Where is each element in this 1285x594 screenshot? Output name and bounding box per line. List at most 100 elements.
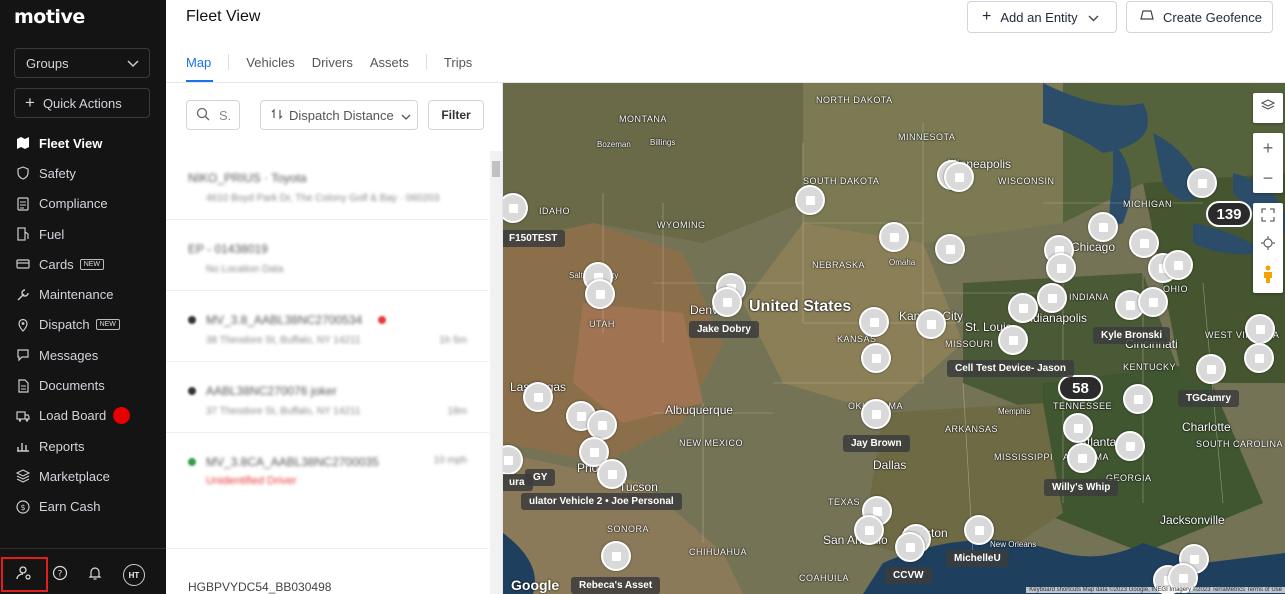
vehicle-marker[interactable] [935,234,965,264]
sidebar-item-cards[interactable]: Cards NEW [0,249,166,279]
vehicle-tag[interactable]: MichelleU [946,550,1009,567]
vehicle-tag[interactable]: ulator Vehicle 2 • Joe Personal [521,493,682,510]
vehicle-marker[interactable] [712,287,742,317]
groups-dropdown[interactable]: Groups [14,48,150,78]
cluster-marker[interactable]: 58 [1058,375,1103,401]
fullscreen-icon[interactable] [1261,208,1275,227]
avatar[interactable]: HT [123,564,145,586]
state-label: MISSISSIPPI [994,452,1054,462]
vehicle-marker[interactable] [523,382,553,412]
sidebar-item-compliance[interactable]: Compliance [0,189,166,219]
vehicle-marker[interactable] [895,532,925,562]
tab-vehicles[interactable]: Vehicles [246,55,294,70]
vehicle-marker[interactable] [1008,293,1038,323]
list-item[interactable]: MV_3.8CA_AABL38NC2700035 Unidentified Dr… [166,433,489,549]
tab-assets[interactable]: Assets [370,55,409,70]
vehicle-marker[interactable] [1244,343,1274,373]
search-input[interactable]: S. [186,100,240,130]
vehicle-marker[interactable] [1046,253,1076,283]
vehicle-tag[interactable]: Kyle Bronski [1093,327,1171,344]
add-entity-label: Add an Entity [1000,9,1078,25]
sidebar-item-dispatch[interactable]: Dispatch NEW [0,310,166,340]
vehicle-marker[interactable] [1067,443,1097,473]
vehicle-marker[interactable] [1245,314,1275,344]
list-item[interactable]: NIKO_PRIUS · Toyota 4610 Boyd Park Dr, T… [166,149,489,220]
sidebar-item-fleet-view[interactable]: Fleet View [0,128,166,158]
list-scrollbar[interactable] [490,151,502,594]
layers-button[interactable] [1253,93,1283,123]
fleet-map[interactable]: NORTH DAKOTA MONTANA SOUTH DAKOTA WYOMIN… [503,83,1285,594]
sidebar-item-label: Marketplace [39,468,110,484]
sidebar-item-safety[interactable]: Safety [0,158,166,188]
vehicle-marker[interactable] [916,309,946,339]
list-item[interactable]: AABL38NC270076 joker 37 Theodore St, Buf… [166,362,489,433]
vehicle-marker[interactable] [1129,228,1159,258]
vehicle-tag[interactable]: ura [503,474,533,491]
vehicle-marker[interactable] [1187,168,1217,198]
vehicle-marker[interactable] [859,307,889,337]
vehicle-marker[interactable] [1196,354,1226,384]
city-label: New Orleans [990,540,1037,549]
vehicle-marker[interactable] [1163,250,1193,280]
fuel-icon [16,227,30,241]
help-icon[interactable]: ? [51,564,69,582]
locate-icon[interactable] [1261,236,1275,255]
vehicle-tag[interactable]: Cell Test Device- Jason [947,360,1074,377]
vehicle-marker[interactable] [944,162,974,192]
bell-icon[interactable] [86,564,104,582]
create-geofence-button[interactable]: Create Geofence [1126,1,1273,33]
vehicle-marker[interactable] [587,410,617,440]
vehicle-marker[interactable] [1123,384,1153,414]
sidebar-item-load-board[interactable]: Load Board [0,401,166,431]
sidebar-item-fuel[interactable]: Fuel [0,219,166,249]
list-item[interactable]: EP - 01438019 No Location Data [166,220,489,291]
sidebar-item-earn-cash[interactable]: $ Earn Cash [0,492,166,522]
vehicle-marker[interactable] [601,541,631,571]
vehicle-marker[interactable] [1138,287,1168,317]
street-view-icon[interactable] [1262,265,1274,288]
sidebar-item-label: Messages [39,347,99,363]
vehicle-marker[interactable] [585,279,615,309]
list-item[interactable]: MV_3.8_AABL38NC2700534 38 Theodore St, B… [166,291,489,362]
vehicle-marker[interactable] [1115,431,1145,461]
vehicle-marker[interactable] [861,399,891,429]
vehicle-marker[interactable] [597,459,627,489]
quick-actions-button[interactable]: + Quick Actions [14,88,150,118]
vehicle-marker[interactable] [861,343,891,373]
vehicle-marker[interactable] [964,515,994,545]
scrollbar-thumb[interactable] [492,161,500,177]
vehicle-tag[interactable]: F150TEST [503,230,566,247]
vehicle-marker[interactable] [1063,413,1093,443]
state-label: IDAHO [539,206,571,216]
filter-button[interactable]: Filter [428,100,484,130]
vehicle-tag[interactable]: CCVW [885,567,932,584]
vehicle-tag[interactable]: TGCamry [1178,390,1240,407]
zoom-in-icon[interactable]: + [1263,138,1274,159]
sort-dropdown[interactable]: Dispatch Distance [260,100,418,130]
vehicle-marker[interactable] [1037,283,1067,313]
tab-trips[interactable]: Trips [444,55,472,70]
sidebar-item-documents[interactable]: Documents [0,370,166,400]
sidebar-item-maintenance[interactable]: Maintenance [0,279,166,309]
vehicle-marker[interactable] [998,325,1028,355]
vehicle-marker[interactable] [879,222,909,252]
add-entity-button[interactable]: + Add an Entity [967,1,1117,33]
sidebar-item-reports[interactable]: Reports [0,431,166,461]
tab-drivers[interactable]: Drivers [312,55,353,70]
vehicle-marker[interactable] [1088,212,1118,242]
city-label: Charlotte [1182,420,1231,434]
vehicle-tag[interactable]: Rebeca's Asset [571,577,661,594]
motive-logo[interactable]: motive [14,6,85,28]
vehicle-tag[interactable]: Jake Dobry [689,321,759,338]
cluster-marker[interactable]: 139 [1206,201,1252,227]
vehicle-tag[interactable]: Jay Brown [843,435,910,452]
map-attribution[interactable]: Keyboard shortcuts Map data ©2023 Google… [1026,587,1285,593]
zoom-out-icon[interactable]: − [1263,168,1274,189]
sidebar-item-marketplace[interactable]: Marketplace [0,461,166,491]
vehicle-marker[interactable] [854,515,884,545]
tab-map[interactable]: Map [186,55,211,70]
google-logo: Google [511,577,560,593]
vehicle-tag[interactable]: Willy's Whip [1044,479,1119,496]
sidebar-item-messages[interactable]: Messages [0,340,166,370]
vehicle-marker[interactable] [795,185,825,215]
